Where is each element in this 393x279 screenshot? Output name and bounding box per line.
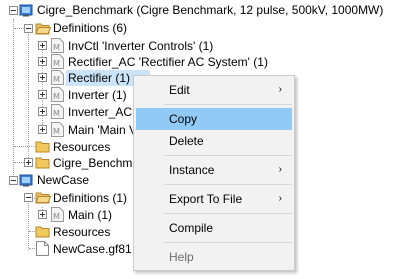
menu-separator (164, 242, 292, 243)
menu-separator (164, 155, 292, 156)
svg-text:M: M (53, 59, 60, 68)
expand-toggle[interactable] (38, 107, 47, 116)
expand-toggle[interactable] (38, 210, 47, 219)
menu-separator (164, 104, 292, 105)
chevron-right-icon: › (278, 164, 282, 175)
folder-open-icon (35, 190, 51, 204)
module-icon: M (51, 70, 64, 85)
expand-toggle[interactable] (38, 41, 47, 50)
folder-icon (35, 224, 51, 238)
tree-item-label: Cigre_Benchmark (Cigre Benchmark, 12 pul… (37, 3, 384, 17)
module-icon: M (51, 104, 64, 119)
tree-item-label: Resources (53, 140, 111, 154)
folder-open-icon (35, 21, 51, 35)
chevron-right-icon: › (278, 193, 282, 204)
menu-item-instance[interactable]: Instance › (136, 159, 292, 181)
menu-separator (164, 213, 292, 214)
svg-text:M: M (53, 92, 60, 101)
tree-item-label: Resources (53, 225, 111, 239)
expand-toggle[interactable] (38, 125, 47, 134)
svg-text:M: M (53, 212, 60, 221)
tree-item-label: Definitions (6) (53, 21, 128, 35)
menu-item-edit[interactable]: Edit › (136, 79, 292, 101)
module-icon: M (51, 54, 64, 69)
folder-icon (35, 139, 51, 153)
module-icon: M (51, 122, 64, 137)
file-icon (36, 241, 49, 256)
expand-toggle[interactable] (38, 57, 47, 66)
menu-item-help[interactable]: Help (136, 246, 292, 268)
tree-item-label: Main 'Main V (68, 123, 137, 137)
collapse-toggle[interactable] (24, 24, 33, 33)
collapse-toggle[interactable] (9, 6, 18, 15)
menu-item-compile[interactable]: Compile (136, 217, 292, 239)
menu-item-copy[interactable]: Copy (136, 108, 292, 130)
svg-text:M: M (53, 75, 60, 84)
folder-icon (35, 155, 51, 169)
tree-item-label: Rectifier_AC 'Rectifier AC System' (1) (68, 55, 268, 69)
tree-item-label: Main (1) (68, 208, 113, 222)
tree-item-label: Cigre_Benchm (53, 156, 133, 170)
menu-separator (164, 184, 292, 185)
tree-item-label: InvCtl 'Inverter Controls' (1) (68, 39, 214, 53)
svg-text:M: M (53, 43, 60, 52)
expand-toggle[interactable] (38, 73, 47, 82)
project-icon (19, 173, 33, 187)
expand-toggle[interactable] (38, 90, 47, 99)
tree-item-label: NewCase.gf81 (53, 242, 132, 256)
tree-item-label: NewCase (37, 173, 90, 187)
tree-item-label: Inverter_AC (68, 105, 133, 119)
menu-item-delete[interactable]: Delete (136, 130, 292, 152)
collapse-toggle[interactable] (24, 193, 33, 202)
menu-item-export-to-file[interactable]: Export To File › (136, 188, 292, 210)
expand-toggle[interactable] (24, 158, 33, 167)
module-icon: M (51, 87, 64, 102)
module-icon: M (51, 207, 64, 222)
chevron-right-icon: › (278, 84, 282, 95)
module-icon: M (51, 38, 64, 53)
svg-text:M: M (53, 127, 60, 136)
project-icon (19, 3, 33, 17)
svg-text:M: M (53, 109, 60, 118)
context-menu: Edit › Copy Delete Instance › Export To … (133, 75, 295, 271)
tree-item-definitions[interactable]: Definitions (6) (0, 20, 393, 38)
tree-item-label: Inverter (1) (68, 88, 127, 102)
tree-item-label: Definitions (1) (53, 191, 128, 205)
collapse-toggle[interactable] (9, 176, 18, 185)
tree-item-cigre-benchmark[interactable]: Cigre_Benchmark (Cigre Benchmark, 12 pul… (0, 2, 393, 20)
